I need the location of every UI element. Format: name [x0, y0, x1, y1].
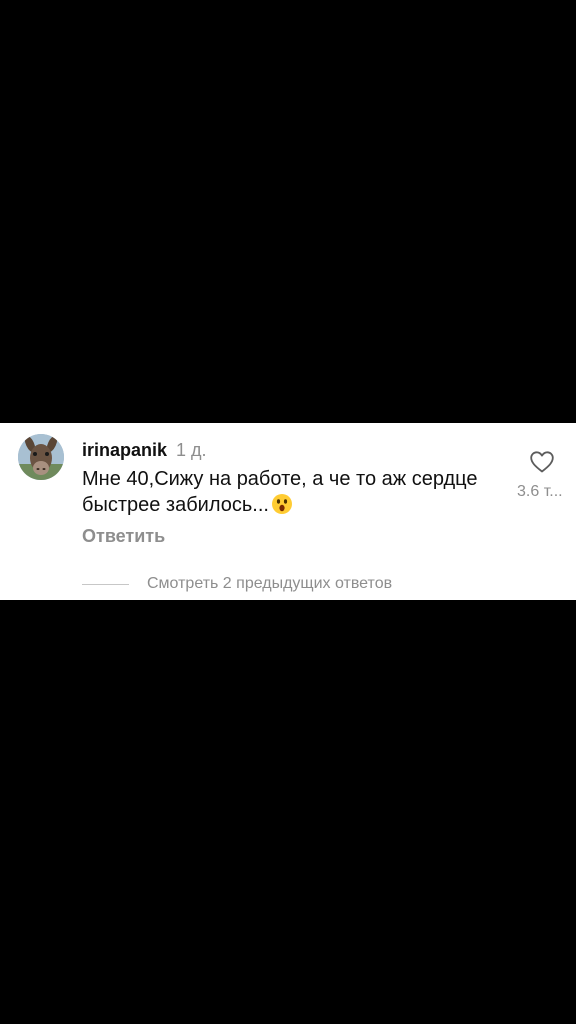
- like-count: 3.6 т...: [517, 483, 563, 500]
- screen: irinapanik 1 д. Мне 40,Сижу на работе, а…: [0, 0, 576, 1024]
- replies-divider: [82, 583, 129, 585]
- username[interactable]: irinapanik: [82, 440, 167, 460]
- comment-header: irinapanik 1 д.: [82, 439, 207, 461]
- donkey-avatar-icon: [18, 434, 64, 480]
- reply-button[interactable]: Ответить: [82, 525, 165, 547]
- timestamp: 1 д.: [176, 440, 207, 460]
- view-replies-label: Смотреть 2 предыдущих ответов: [147, 575, 393, 592]
- heart-outline-icon: [530, 451, 554, 473]
- comment-card: irinapanik 1 д. Мне 40,Сижу на работе, а…: [0, 423, 576, 600]
- astonished-face-emoji-icon: [271, 494, 292, 514]
- user-avatar[interactable]: [18, 434, 64, 480]
- comment-body: Мне 40,Сижу на работе, а че то аж сердце…: [82, 466, 502, 518]
- like-button[interactable]: [529, 450, 555, 474]
- view-previous-replies[interactable]: Смотреть 2 предыдущих ответов: [82, 573, 392, 595]
